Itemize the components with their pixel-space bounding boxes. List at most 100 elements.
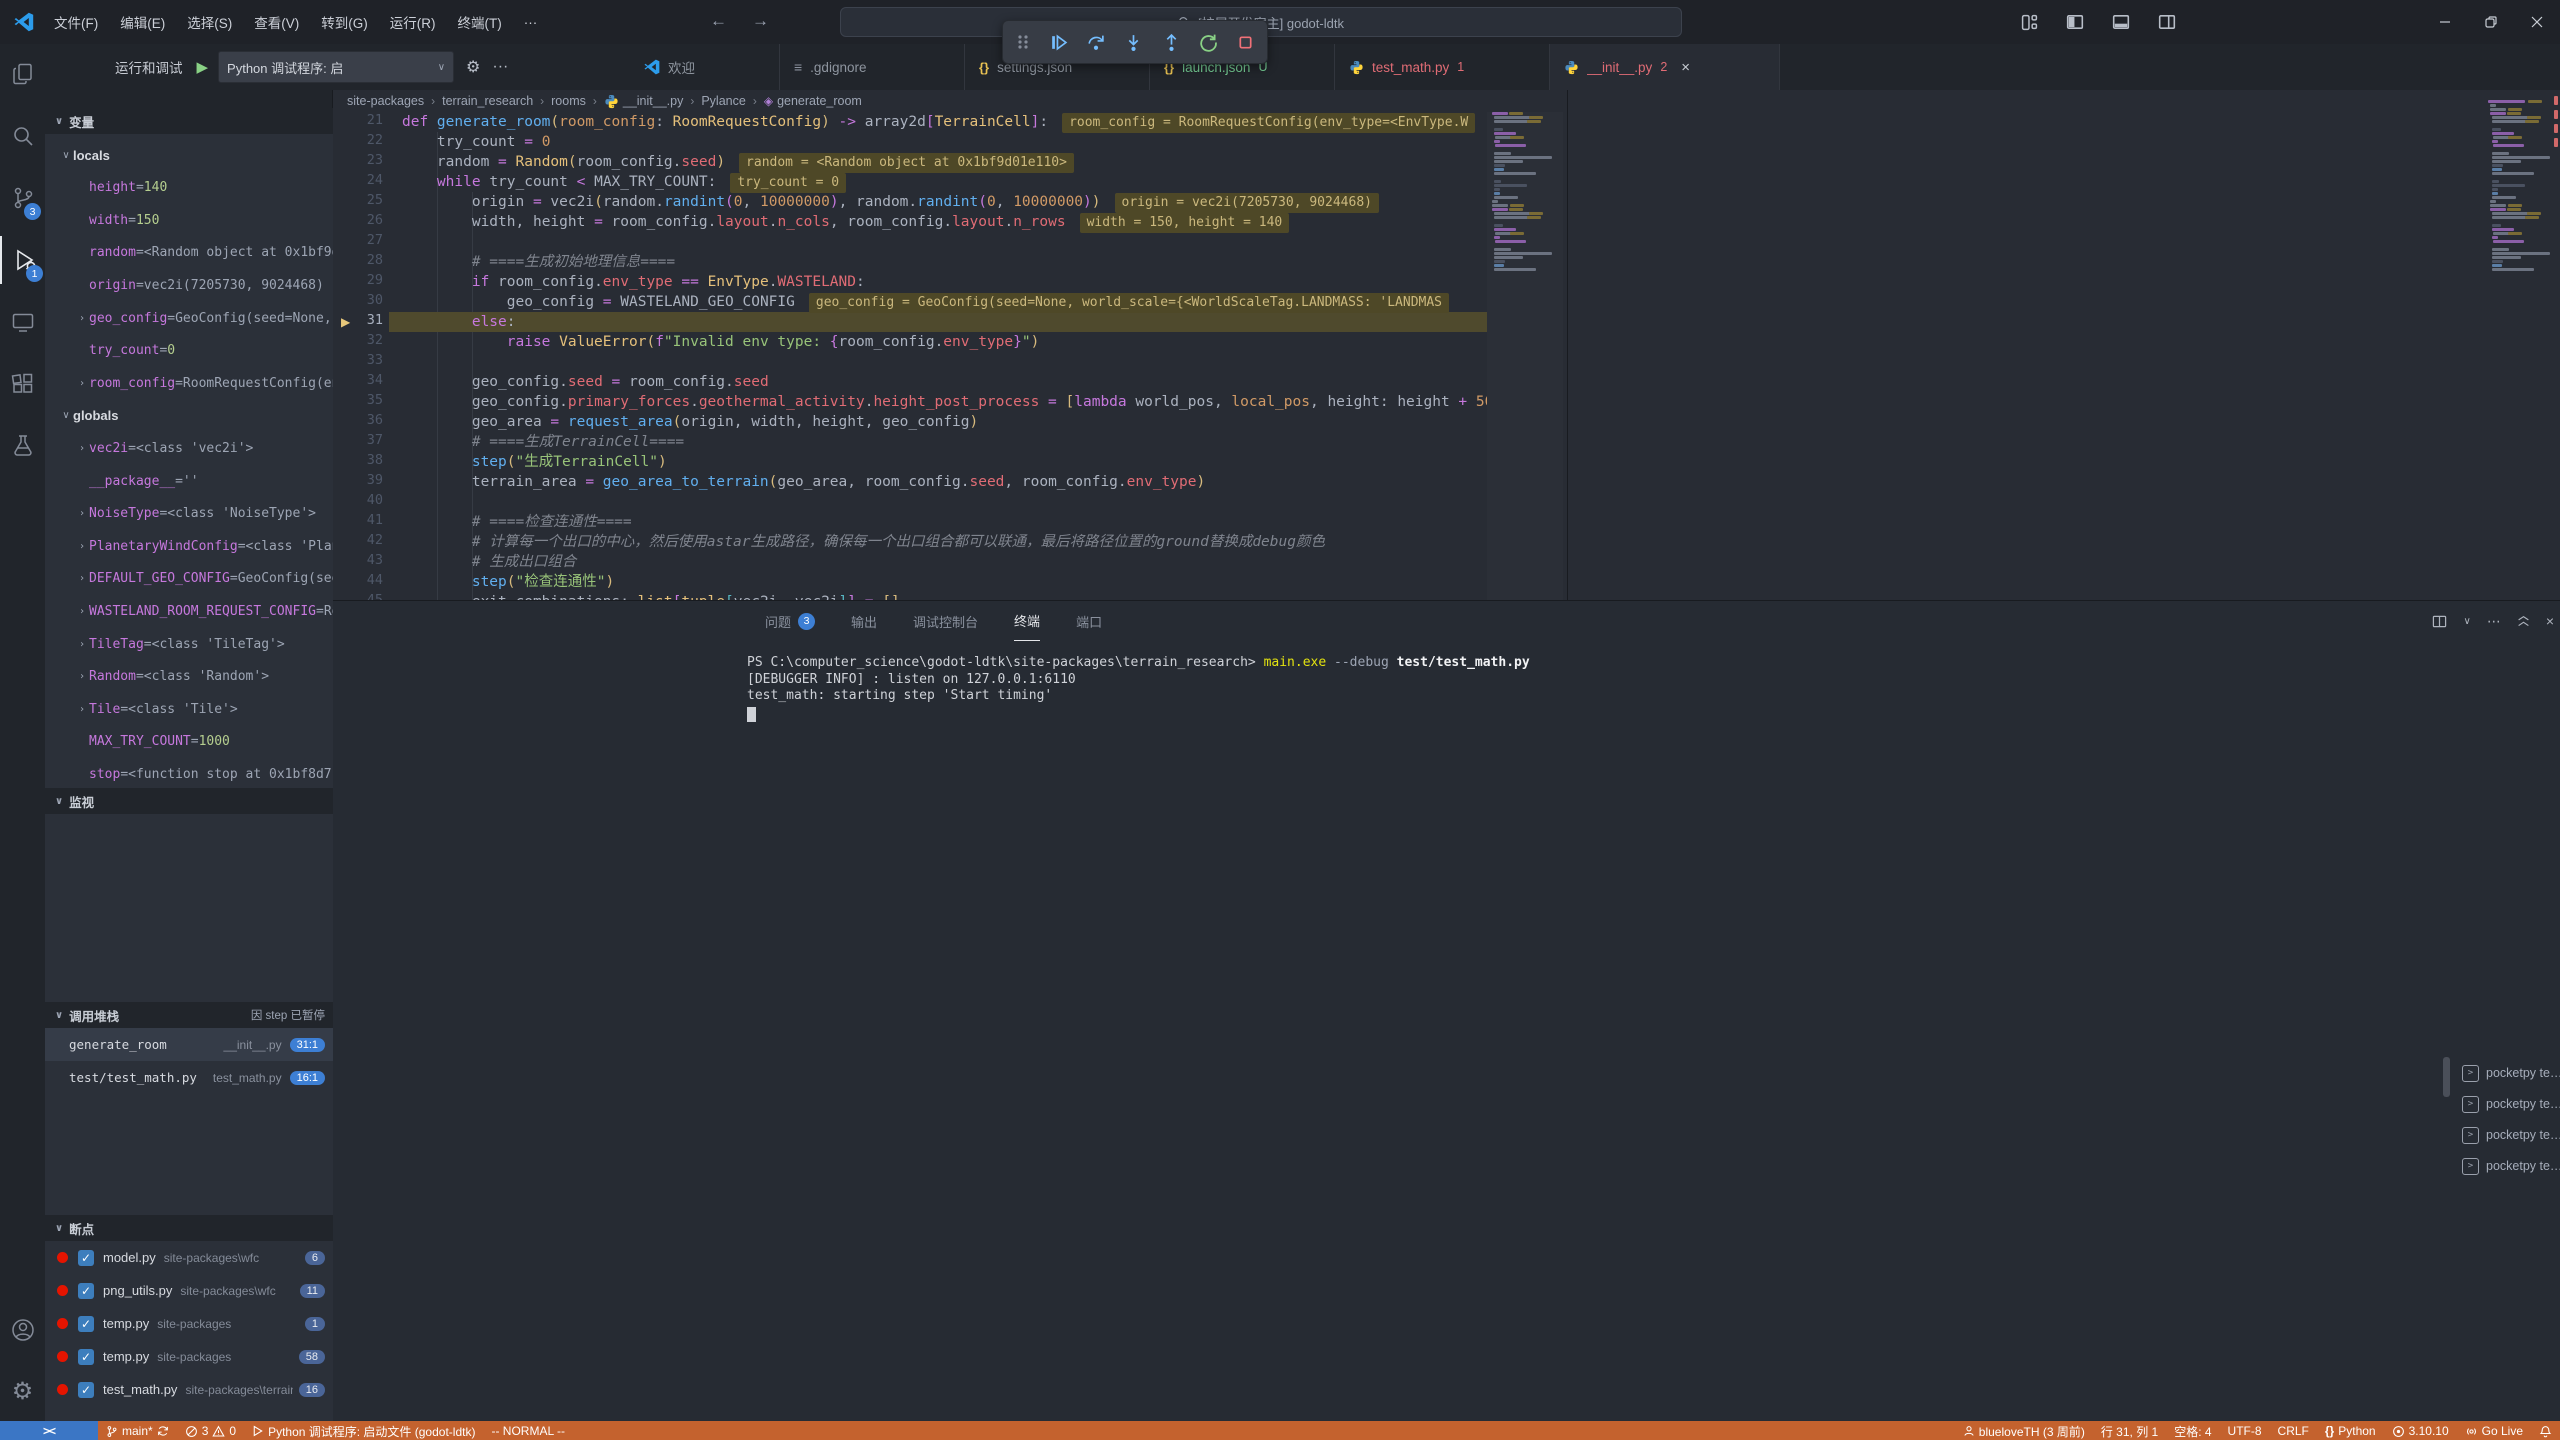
editor-group-secondary[interactable] [1567,90,2560,600]
menu-item[interactable]: 运行(R) [380,8,446,36]
tab-__init__.py[interactable]: __init__.py2× [1550,44,1780,90]
breakpoint-checkbox[interactable]: ✓ [78,1316,94,1332]
section-header-watch[interactable]: ∨监视 [45,788,333,814]
minimap[interactable] [1487,90,1563,600]
activity-remote-explorer[interactable] [0,298,45,346]
activity-settings[interactable]: ⚙ [0,1368,45,1416]
breakpoint-checkbox[interactable]: ✓ [78,1283,94,1299]
activity-run-debug[interactable]: 1 [0,236,47,284]
panel-more-actions-icon[interactable]: ⋯ [2487,613,2501,630]
toggle-secondary-sidebar-icon[interactable] [2144,0,2190,44]
variable-row[interactable]: ›TileTag = <class 'TileTag'> [45,628,333,660]
activity-source-control[interactable]: 3 [0,174,45,222]
tab-[interactable]: 欢迎 [630,44,780,90]
variable-row[interactable]: ›Random = <class 'Random'> [45,661,333,693]
start-debug-button[interactable]: ▶ [197,58,209,76]
terminal-session[interactable]: >pocketpy te… [2462,1059,2560,1087]
variable-row[interactable]: width = 150 [45,204,333,236]
panel-tab-终端[interactable]: 终端 [1014,601,1040,641]
scope-row[interactable]: ∨locals [45,139,333,171]
debug-step-out-icon[interactable] [1162,33,1181,52]
statusbar-problems[interactable]: 30 [177,1421,244,1440]
variable-row[interactable]: random = <Random object at 0x1bf9d01e… [45,237,333,269]
breadcrumb-item-rooms[interactable]: rooms [551,94,586,108]
panel-tab-问题[interactable]: 问题3 [765,601,815,641]
breakpoint-row[interactable]: ✓model.pysite-packages\wfc6 [45,1241,333,1274]
variable-row[interactable]: ›WASTELAND_ROOM_REQUEST_CONFIG = RoomR… [45,595,333,627]
statusbar-vim-mode[interactable]: -- NORMAL -- [483,1421,573,1440]
section-header-variables[interactable]: ∨变量 [45,108,333,134]
breakpoint-checkbox[interactable]: ✓ [78,1382,94,1398]
breakpoint-checkbox[interactable]: ✓ [78,1250,94,1266]
toggle-sidebar-icon[interactable] [2052,0,2098,44]
statusbar-encoding[interactable]: UTF-8 [2220,1421,2270,1440]
nav-forward-button[interactable]: → [742,11,779,31]
debug-config-dropdown[interactable]: Python 调试程序: 启 ∨ [218,51,454,83]
panel-layout-chevron-icon[interactable]: ∨ [2463,616,2470,627]
variable-row[interactable]: __package__ = '' [45,465,333,497]
statusbar-gitlens-blame[interactable]: blueloveTH (3 周前) [1955,1421,2093,1440]
restore-icon[interactable] [2468,0,2514,44]
statusbar-cursor-position[interactable]: 行 31, 列 1 [2093,1421,2166,1440]
panel-maximize-icon[interactable] [2517,615,2530,628]
debug-continue-icon[interactable] [1049,33,1068,52]
variable-row[interactable]: try_count = 0 [45,335,333,367]
variable-row[interactable]: MAX_TRY_COUNT = 1000 [45,726,333,758]
panel-close-icon[interactable]: × [2546,613,2554,629]
close-icon[interactable]: × [1681,59,1690,76]
breadcrumb-item-sitepackages[interactable]: site-packages [347,94,424,108]
statusbar-python-version[interactable]: 3.10.10 [2384,1421,2457,1440]
statusbar-git-branch[interactable]: main* [98,1421,177,1440]
panel-tab-调试控制台[interactable]: 调试控制台 [913,601,978,641]
close-window-icon[interactable] [2514,0,2560,44]
breadcrumb-item-__init__.py[interactable]: __init__.py [604,94,683,109]
variable-row[interactable]: stop = <function stop at 0x1bf8d716d… [45,758,333,788]
variable-row[interactable]: ›vec2i = <class 'vec2i'> [45,432,333,464]
variable-row[interactable]: origin = vec2i(7205730, 9024468) [45,269,333,301]
breakpoint-row[interactable]: ✓test_math.pysite-packages\terrain_res…1… [45,1373,333,1406]
statusbar-eol[interactable]: CRLF [2270,1421,2317,1440]
nav-back-button[interactable]: ← [700,11,737,31]
activity-account[interactable] [0,1306,45,1354]
breakpoint-row[interactable]: ✓temp.pysite-packages1 [45,1307,333,1340]
panel-tab-输出[interactable]: 输出 [851,601,877,641]
activity-search[interactable] [0,112,45,160]
breadcrumb-item-generate_room[interactable]: ◈generate_room [764,94,862,108]
breadcrumb-item-terrain_research[interactable]: terrain_research [442,94,533,108]
stack-frame[interactable]: generate_room__init__.py31:1 [45,1028,333,1061]
activity-explorer[interactable] [0,50,45,98]
variable-row[interactable]: ›room_config = RoomRequestConfig(env_t… [45,367,333,399]
terminal-session[interactable]: >pocketpy te… [2462,1121,2560,1149]
section-header-breakpoints[interactable]: ∨断点 [45,1215,333,1241]
breakpoint-checkbox[interactable]: ✓ [78,1349,94,1365]
debug-more-actions-icon[interactable]: ··· [492,58,508,76]
statusbar-notifications[interactable] [2531,1421,2560,1440]
remote-indicator[interactable]: >< [0,1421,98,1440]
minimize-icon[interactable] [2422,0,2468,44]
menu-item[interactable]: 文件(F) [44,8,108,36]
variable-row[interactable]: ›PlanetaryWindConfig = <class 'Planeta… [45,530,333,562]
panel-layout-icon[interactable] [2432,614,2447,629]
menu-item[interactable]: 选择(S) [177,8,242,36]
activity-extensions[interactable] [0,360,45,408]
menu-item[interactable]: 终端(T) [448,8,512,36]
statusbar-language-mode[interactable]: {}Python [2317,1421,2384,1440]
breadcrumb-item-Pylance[interactable]: Pylance [701,94,745,108]
panel-tab-端口[interactable]: 端口 [1076,601,1102,641]
debug-step-into-icon[interactable] [1124,33,1143,52]
section-header-call-stack[interactable]: ∨调用堆栈因 step 已暂停 [45,1002,333,1028]
statusbar-go-live[interactable]: Go Live [2457,1421,2531,1440]
stack-frame[interactable]: test/test_math.pytest_math.py16:1 [45,1061,333,1094]
tab-test_math.py[interactable]: test_math.py1 [1335,44,1550,90]
menu-item[interactable]: 转到(G) [311,8,378,36]
toggle-panel-icon[interactable] [2098,0,2144,44]
scope-row[interactable]: ∨globals [45,400,333,432]
breakpoint-row[interactable]: ✓png_utils.pysite-packages\wfc11 [45,1274,333,1307]
menu-item[interactable]: 编辑(E) [110,8,175,36]
tab-.gdignore[interactable]: ≡.gdignore [780,44,965,90]
debug-settings-gear-icon[interactable]: ⚙ [466,57,480,77]
debug-restart-icon[interactable] [1199,33,1218,52]
statusbar-indentation[interactable]: 空格: 4 [2166,1421,2219,1440]
variable-row[interactable]: height = 140 [45,172,333,204]
variable-row[interactable]: ›geo_config = GeoConfig(seed=None, wor… [45,302,333,334]
